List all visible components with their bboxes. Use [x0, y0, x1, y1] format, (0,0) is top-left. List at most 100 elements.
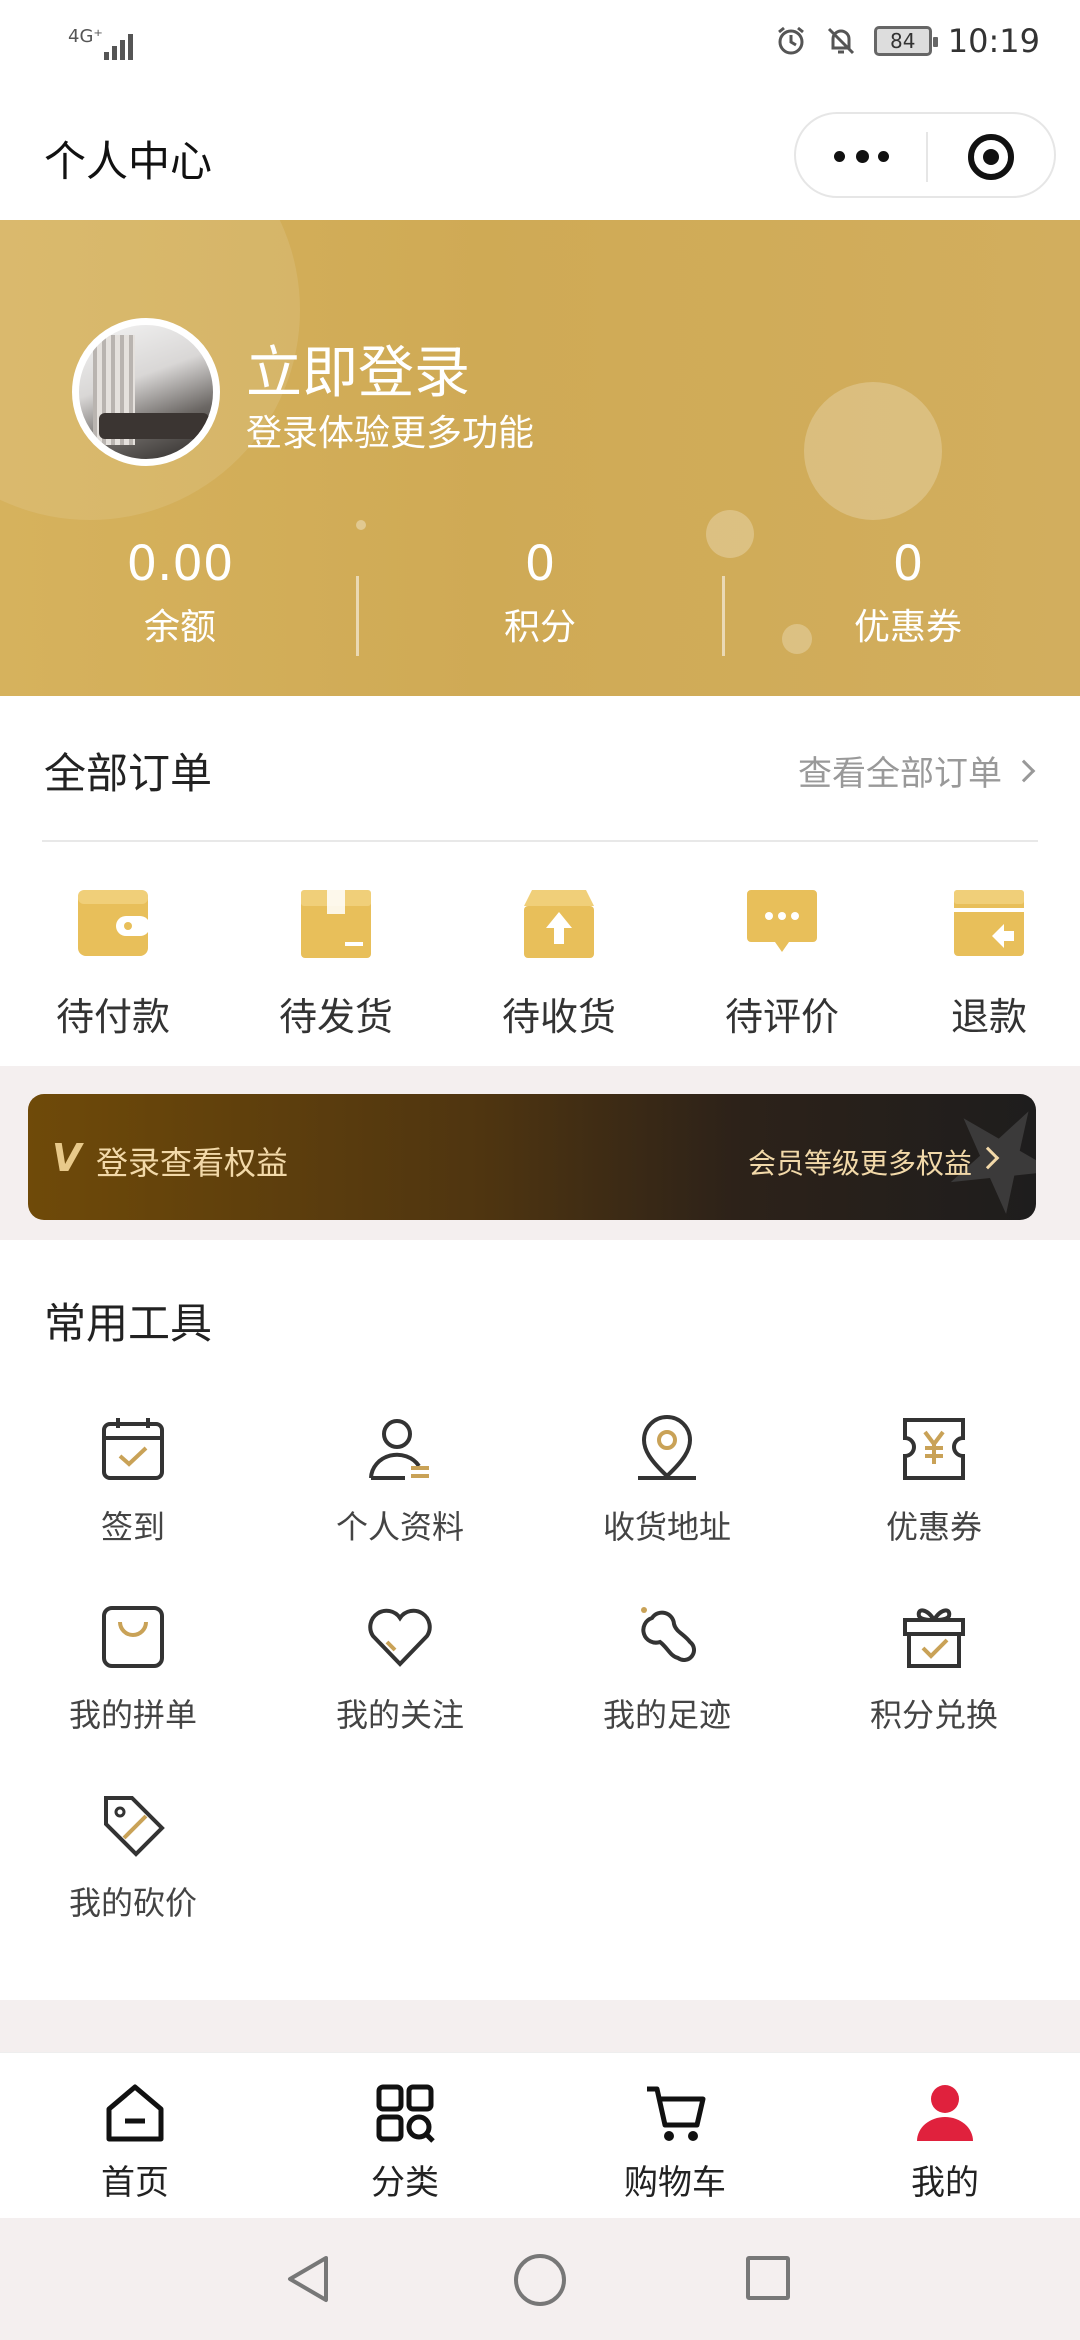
tab-label: 首页 [101, 2163, 169, 2203]
stat-label: 优惠券 [853, 607, 962, 648]
member-more-link[interactable]: 会员等级更多权益 [748, 1142, 972, 1182]
tab-label: 分类 [371, 2163, 439, 2203]
location-pin-icon [638, 1415, 696, 1480]
stat-divider [722, 576, 725, 656]
order-label: 待付款 [55, 995, 170, 1039]
status-right: 84 10:19 [774, 22, 1040, 60]
category-icon [376, 2084, 435, 2143]
system-nav-bar [0, 2218, 1080, 2340]
stat-divider [356, 576, 359, 656]
tool-label: 我的拼单 [68, 1696, 197, 1734]
signal-bars-icon [104, 30, 164, 60]
decor-circle [356, 520, 366, 530]
order-label: 退款 [950, 995, 1027, 1039]
tool-profile[interactable]: 个人资料 [285, 1414, 515, 1548]
refund-icon [954, 890, 1024, 956]
login-subtitle: 登录体验更多功能 [246, 413, 535, 454]
cart-icon [647, 2086, 706, 2141]
more-icon[interactable] [832, 144, 892, 170]
tool-favorites[interactable]: 我的关注 [285, 1602, 515, 1736]
profile-header: 立即登录 登录体验更多功能 0.00 余额 0 积分 0 优惠券 [0, 220, 1080, 696]
stat-coupons[interactable]: 0 优惠券 [728, 534, 1080, 656]
mini-program-capsule [794, 112, 1056, 198]
member-benefits-banner[interactable]: V 登录查看权益 会员等级更多权益 [28, 1094, 1036, 1220]
wallet-icon [78, 890, 150, 956]
vip-badge-icon: V [52, 1136, 82, 1180]
home-circle-icon[interactable] [514, 2254, 566, 2306]
stat-value: 0.00 [126, 536, 234, 592]
tab-label: 我的 [911, 2163, 979, 2203]
tool-label: 收货地址 [602, 1508, 731, 1546]
bell-off-icon [827, 27, 854, 55]
orders-title: 全部订单 [44, 749, 213, 798]
tool-group-buy[interactable]: 我的拼单 [18, 1602, 248, 1736]
capsule-divider [926, 132, 928, 182]
chevron-right-icon [1012, 759, 1036, 782]
stat-balance[interactable]: 0.00 余额 [0, 534, 360, 656]
tool-sign-in[interactable]: 签到 [18, 1414, 248, 1548]
view-all-label: 查看全部订单 [798, 754, 1002, 794]
tab-mine[interactable]: 我的 [810, 2053, 1080, 2219]
status-bar: 4G⁺ 84 10:19 [0, 0, 1080, 92]
tool-coupon[interactable]: 优惠券 [819, 1414, 1049, 1548]
tools-title: 常用工具 [44, 1299, 213, 1348]
coupon-yen-icon [903, 1418, 965, 1480]
stat-points[interactable]: 0 积分 [360, 534, 720, 656]
tool-label: 我的足迹 [602, 1696, 731, 1734]
tool-address[interactable]: 收货地址 [552, 1414, 782, 1548]
order-pending-review[interactable]: 待评价 [707, 886, 857, 1041]
order-label: 待评价 [724, 995, 839, 1039]
page-title: 个人中心 [44, 137, 213, 186]
tool-label: 个人资料 [335, 1508, 464, 1546]
user-icon [369, 1419, 429, 1480]
tool-points-exchange[interactable]: 积分兑换 [819, 1602, 1049, 1736]
divider [42, 840, 1038, 842]
tab-cart[interactable]: 购物车 [540, 2053, 810, 2219]
box-arrow-up-icon [524, 890, 594, 958]
tab-home[interactable]: 首页 [0, 2053, 270, 2219]
tool-label: 我的砍价 [68, 1884, 197, 1922]
tool-footprint[interactable]: 我的足迹 [552, 1602, 782, 1736]
tool-label: 签到 [100, 1508, 165, 1546]
box-icon [301, 890, 371, 958]
stat-value: 0 [892, 536, 924, 592]
tab-category[interactable]: 分类 [270, 2053, 540, 2219]
stat-value: 0 [524, 536, 556, 592]
order-label: 待发货 [278, 995, 393, 1039]
tools-section: 常用工具 签到 个人资料 收货地址 优惠券 我的拼单 我的关注 我的足迹 积分兑… [0, 1240, 1080, 2000]
title-bar: 个人中心 [0, 92, 1080, 220]
shopping-bag-icon [102, 1606, 164, 1668]
heart-icon [368, 1608, 432, 1667]
stat-label: 积分 [503, 607, 576, 648]
orders-card: 全部订单 查看全部订单 待付款 待发货 待收货 待评价 退款 [0, 696, 1080, 1066]
tool-label: 优惠券 [885, 1508, 982, 1546]
tab-label: 购物车 [624, 2163, 726, 2203]
back-triangle-icon[interactable] [284, 2254, 334, 2304]
price-tag-icon [104, 1796, 165, 1857]
decor-circle [804, 382, 942, 520]
target-icon[interactable] [968, 134, 1014, 180]
order-pending-shipment[interactable]: 待发货 [261, 886, 411, 1041]
order-pending-receipt[interactable]: 待收货 [484, 886, 634, 1041]
profile-icon [917, 2085, 973, 2141]
avatar[interactable] [72, 318, 220, 466]
member-login-text: 登录查看权益 [96, 1144, 289, 1182]
stats-row: 0.00 余额 0 积分 0 优惠券 [0, 534, 1080, 664]
chat-bubble-icon [747, 890, 817, 952]
login-title[interactable]: 立即登录 [246, 328, 470, 409]
network-type: 4G⁺ [68, 26, 103, 47]
calendar-check-icon [102, 1418, 164, 1480]
bottom-tab-bar: 首页 分类 购物车 我的 [0, 2052, 1080, 2218]
home-icon [106, 2084, 164, 2142]
order-refund[interactable]: 退款 [914, 886, 1064, 1041]
footprint-icon [641, 1607, 696, 1662]
view-all-orders-link[interactable]: 查看全部订单 [798, 746, 1036, 795]
signal-indicator: 4G⁺ [68, 26, 133, 60]
tool-label: 我的关注 [335, 1696, 464, 1734]
tool-label: 积分兑换 [869, 1696, 998, 1734]
order-pending-payment[interactable]: 待付款 [38, 886, 188, 1041]
recent-apps-icon[interactable] [746, 2256, 790, 2300]
clock: 10:19 [947, 22, 1040, 60]
order-label: 待收货 [501, 995, 616, 1039]
tool-bargain[interactable]: 我的砍价 [18, 1790, 248, 1924]
